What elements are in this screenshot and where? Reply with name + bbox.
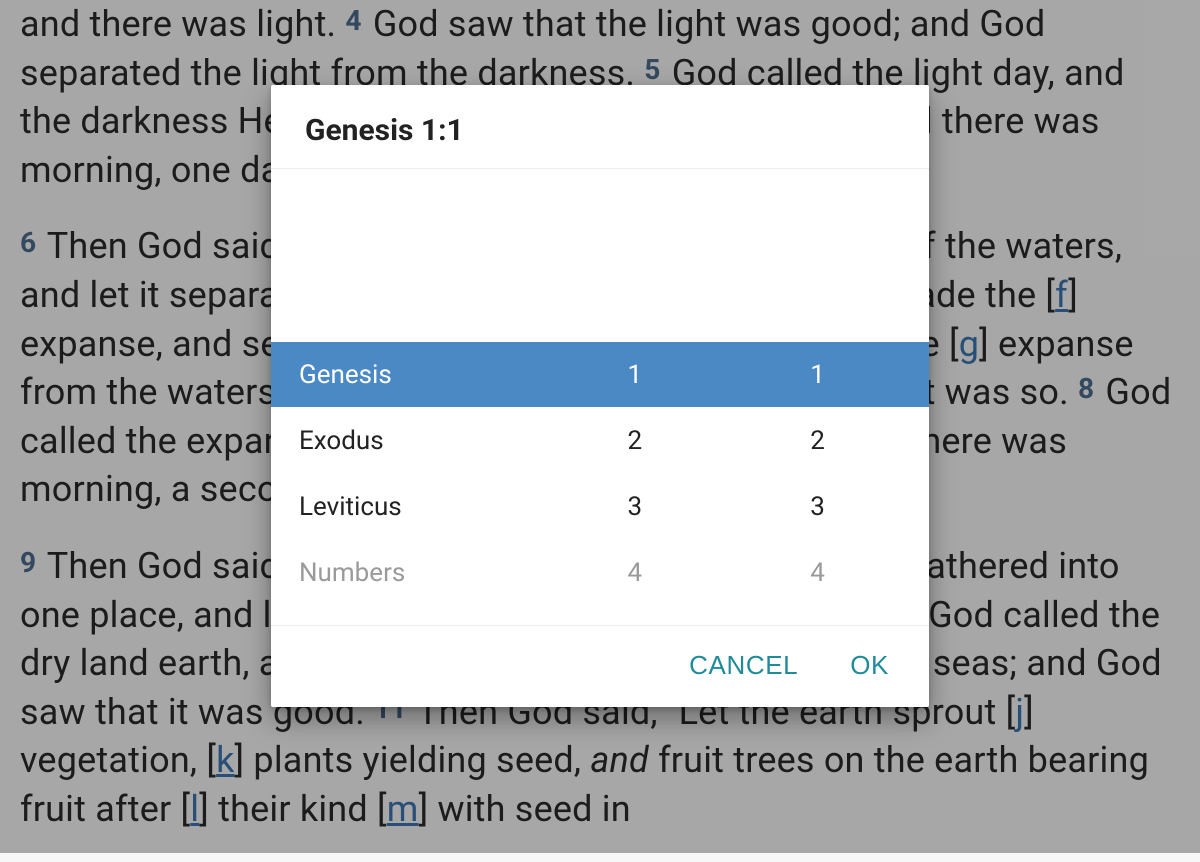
chapter-option[interactable]: 4 (563, 540, 746, 606)
dialog-actions: CANCEL OK (271, 625, 929, 707)
verse-option[interactable]: 2 (746, 408, 929, 474)
book-option[interactable]: Numbers (271, 540, 563, 606)
chapter-option[interactable]: 3 (563, 474, 746, 540)
verse-picker-dialog: Genesis 1:1 Genesis Exodus Leviticus Num… (271, 85, 929, 707)
verse-wheel[interactable]: 1 2 3 4 (746, 169, 929, 625)
book-option[interactable]: Leviticus (271, 474, 563, 540)
picker-body: Genesis Exodus Leviticus Numbers 1 2 3 4… (271, 169, 929, 625)
chapter-wheel[interactable]: 1 2 3 4 (563, 169, 746, 625)
dialog-title: Genesis 1:1 (271, 85, 929, 169)
ok-button[interactable]: OK (846, 644, 893, 687)
chapter-option[interactable]: 2 (563, 408, 746, 474)
chapter-option[interactable]: 1 (563, 342, 746, 408)
verse-option[interactable]: 4 (746, 540, 929, 606)
verse-option[interactable]: 3 (746, 474, 929, 540)
book-option[interactable]: Genesis (271, 342, 563, 408)
picker-columns: Genesis Exodus Leviticus Numbers 1 2 3 4… (271, 169, 929, 625)
verse-option[interactable]: 1 (746, 342, 929, 408)
cancel-button[interactable]: CANCEL (685, 644, 802, 687)
book-option[interactable]: Exodus (271, 408, 563, 474)
book-wheel[interactable]: Genesis Exodus Leviticus Numbers (271, 169, 563, 625)
